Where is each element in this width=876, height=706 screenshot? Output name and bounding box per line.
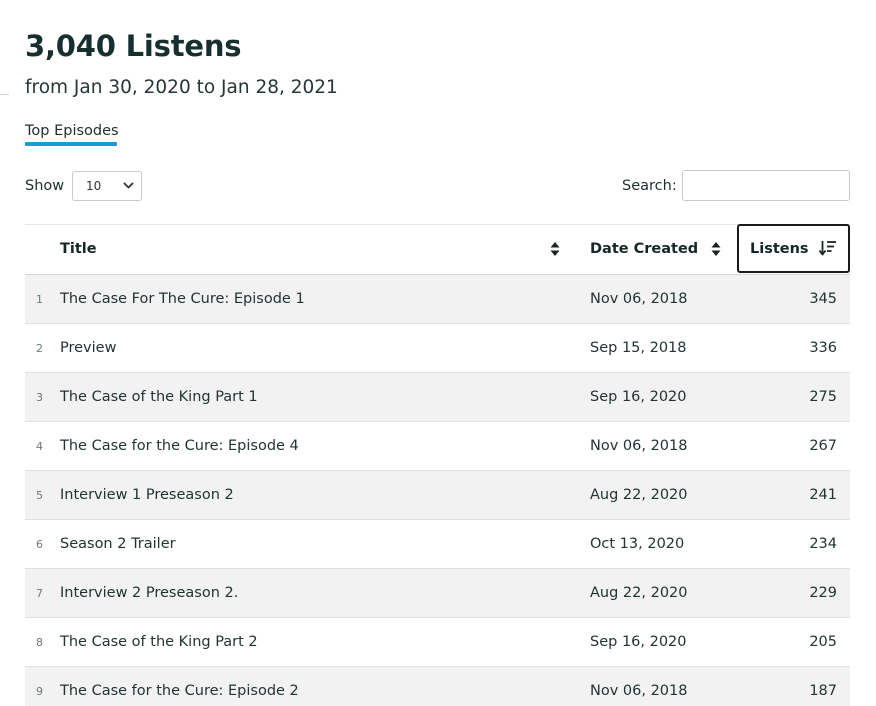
active-tab-indicator (25, 142, 117, 146)
column-header-title-label: Title (60, 241, 97, 257)
listens-count-cell: 336 (809, 340, 837, 356)
table-row[interactable]: 2 Preview Sep 15, 2018 336 (25, 324, 850, 373)
date-created-cell: Sep 15, 2018 (590, 340, 687, 356)
date-created-cell: Aug 22, 2020 (590, 585, 688, 601)
listens-count-cell: 205 (809, 634, 837, 650)
listens-count-cell: 345 (809, 291, 837, 307)
show-entries-value: 10 (86, 179, 102, 193)
row-number: 2 (36, 342, 43, 355)
episode-title-cell: Interview 2 Preseason 2. (60, 585, 239, 601)
date-created-cell: Sep 16, 2020 (590, 389, 687, 405)
listens-count-cell: 241 (809, 487, 837, 503)
table-header: Title Date Created Listens (25, 224, 850, 275)
table-row[interactable]: 9 The Case for the Cure: Episode 2 Nov 06,… (25, 667, 850, 706)
sort-both-icon (711, 242, 721, 256)
row-number: 5 (36, 489, 43, 502)
divider (0, 94, 9, 95)
listens-count-cell: 234 (809, 536, 837, 552)
sort-descending-icon (819, 241, 836, 256)
listens-count-cell: 229 (809, 585, 837, 601)
listens-count-cell: 275 (809, 389, 837, 405)
sort-both-icon (550, 242, 560, 256)
row-number: 6 (36, 538, 43, 551)
episode-title-cell: The Case of the King Part 1 (60, 389, 258, 405)
table-row[interactable]: 1 The Case For The Cure: Episode 1 Nov 06,… (25, 275, 850, 324)
date-range-subtitle: from Jan 30, 2020 to Jan 28, 2021 (25, 77, 338, 98)
table-row[interactable]: 4 The Case for the Cure: Episode 4 Nov 06,… (25, 422, 850, 471)
row-number: 1 (36, 293, 43, 306)
listens-count-cell: 187 (809, 683, 837, 699)
show-entries-select[interactable]: 10 (72, 171, 142, 201)
row-number: 4 (36, 440, 43, 453)
search-input[interactable] (682, 170, 850, 201)
date-created-cell: Nov 06, 2018 (590, 291, 688, 307)
listens-report-page: 3,040 Listens from Jan 30, 2020 to Jan 2… (0, 0, 876, 706)
table-row[interactable]: 8 The Case of the King Part 2 Sep 16, 2020… (25, 618, 850, 667)
episode-title-cell: Interview 1 Preseason 2 (60, 487, 234, 503)
date-created-cell: Nov 06, 2018 (590, 438, 688, 454)
column-header-listens-label: Listens (750, 241, 809, 257)
episode-title-cell: The Case for the Cure: Episode 2 (60, 683, 299, 699)
episode-title-cell: The Case For The Cure: Episode 1 (60, 291, 305, 307)
episode-title-cell: The Case of the King Part 2 (60, 634, 258, 650)
tab-top-episodes[interactable]: Top Episodes (25, 121, 119, 141)
column-header-date-created[interactable]: Date Created (576, 225, 738, 274)
chevron-down-icon (123, 172, 134, 211)
column-header-date-label: Date Created (590, 241, 699, 257)
show-entries-label: Show (25, 178, 65, 194)
date-created-cell: Nov 06, 2018 (590, 683, 688, 699)
column-header-listens[interactable]: Listens (737, 224, 850, 273)
episode-title-cell: The Case for the Cure: Episode 4 (60, 438, 299, 454)
row-number: 7 (36, 587, 43, 600)
column-header-title[interactable]: Title (25, 225, 576, 274)
date-created-cell: Aug 22, 2020 (590, 487, 688, 503)
episode-title-cell: Preview (60, 340, 117, 356)
table-row[interactable]: 7 Interview 2 Preseason 2. Aug 22, 2020 229 (25, 569, 850, 618)
date-created-cell: Oct 13, 2020 (590, 536, 685, 552)
row-number: 9 (36, 685, 43, 698)
episode-title-cell: Season 2 Trailer (60, 536, 176, 552)
row-number: 8 (36, 636, 43, 649)
table-row[interactable]: 5 Interview 1 Preseason 2 Aug 22, 2020 241 (25, 471, 850, 520)
search-label: Search: (622, 178, 677, 194)
row-number: 3 (36, 391, 43, 404)
table-body: 1 The Case For The Cure: Episode 1 Nov 06,… (25, 275, 850, 706)
table-row[interactable]: 3 The Case of the King Part 1 Sep 16, 2020… (25, 373, 850, 422)
page-title: 3,040 Listens (25, 29, 242, 63)
listens-count-cell: 267 (809, 438, 837, 454)
date-created-cell: Sep 16, 2020 (590, 634, 687, 650)
table-row[interactable]: 6 Season 2 Trailer Oct 13, 2020 234 (25, 520, 850, 569)
